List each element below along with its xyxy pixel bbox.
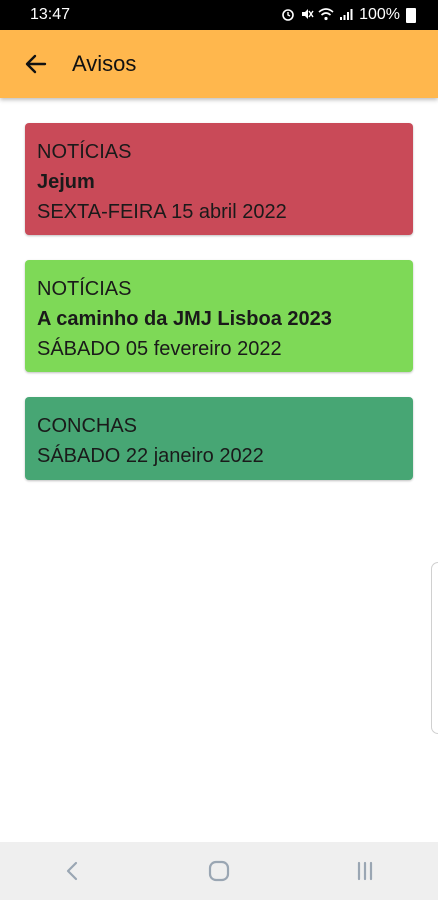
signal-icon: [340, 8, 353, 20]
card-title: Jejum: [37, 171, 95, 193]
card-date: SÁBADO 05 fevereiro 2022: [37, 338, 282, 360]
nav-back-button[interactable]: [43, 851, 103, 891]
arrow-left-icon: [25, 54, 47, 74]
notice-card-jejum[interactable]: NOTÍCIAS Jejum SEXTA-FEIRA 15 abril 2022: [25, 123, 413, 235]
notice-card-conchas[interactable]: CONCHAS SÁBADO 22 janeiro 2022: [25, 397, 413, 480]
home-nav-icon: [208, 860, 230, 882]
recents-nav-icon: [357, 861, 373, 881]
status-indicators: 100%: [281, 6, 416, 24]
card-date: SÁBADO 22 janeiro 2022: [37, 445, 264, 467]
nav-home-button[interactable]: [189, 851, 249, 891]
navigation-bar: [0, 842, 438, 900]
status-bar: 13:47 100%: [0, 0, 438, 30]
card-category: NOTÍCIAS: [37, 141, 132, 163]
page-title: Avisos: [72, 51, 137, 76]
back-nav-icon: [66, 861, 78, 881]
alarm-icon: [282, 8, 295, 21]
notice-card-jmj[interactable]: NOTÍCIAS A caminho da JMJ Lisboa 2023 SÁ…: [25, 260, 413, 372]
nav-recents-button[interactable]: [335, 851, 395, 891]
edge-panel-handle[interactable]: [431, 562, 438, 734]
card-category: NOTÍCIAS: [37, 278, 132, 300]
card-date: SEXTA-FEIRA 15 abril 2022: [37, 201, 287, 223]
app-bar: Avisos: [0, 30, 438, 98]
card-title: A caminho da JMJ Lisboa 2023: [37, 308, 332, 330]
mute-icon: [301, 8, 314, 19]
status-time: 13:47: [30, 6, 71, 23]
card-category: CONCHAS: [37, 415, 138, 437]
back-button[interactable]: [16, 44, 56, 84]
battery-icon: [406, 7, 416, 23]
battery-percent: 100%: [359, 6, 400, 23]
wifi-icon: [318, 7, 334, 20]
status-icons: [281, 7, 353, 24]
